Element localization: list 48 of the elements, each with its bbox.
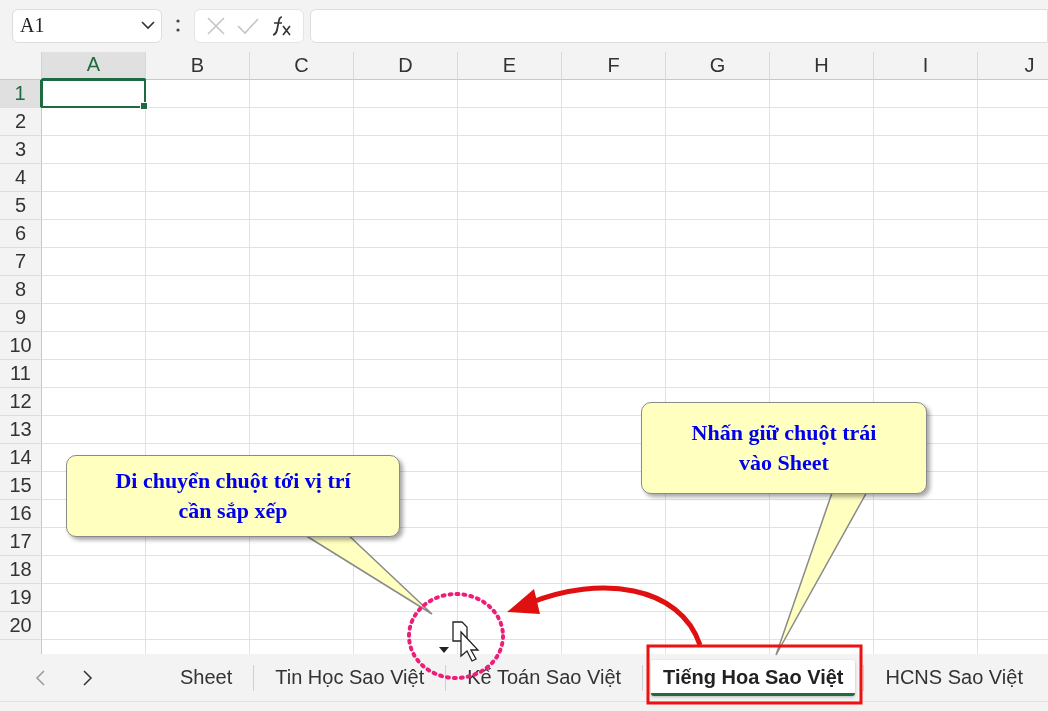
cell-reference: A1 bbox=[20, 14, 45, 38]
row-header[interactable]: 15 bbox=[0, 471, 42, 500]
row-header[interactable]: 16 bbox=[0, 499, 42, 528]
row-header[interactable]: 10 bbox=[0, 331, 42, 360]
more-icon[interactable] bbox=[176, 17, 180, 34]
row-header[interactable]: 19 bbox=[0, 583, 42, 612]
row-header[interactable]: 4 bbox=[0, 163, 42, 192]
column-header[interactable]: H bbox=[770, 51, 874, 80]
sheet-tab[interactable]: HCNS Sao Việt bbox=[864, 658, 1044, 698]
column-header[interactable]: F bbox=[562, 51, 666, 80]
column-header[interactable]: I bbox=[874, 51, 978, 80]
row-header[interactable]: 2 bbox=[0, 107, 42, 136]
chevron-icon bbox=[141, 21, 155, 31]
check-icon[interactable] bbox=[237, 16, 259, 35]
row-header[interactable]: 8 bbox=[0, 275, 42, 304]
row-header[interactable]: 20 bbox=[0, 611, 42, 640]
active-cell[interactable] bbox=[41, 78, 146, 108]
row-header[interactable]: 13 bbox=[0, 415, 42, 444]
row-header[interactable]: 17 bbox=[0, 527, 42, 556]
name-box[interactable]: A1 bbox=[12, 8, 162, 43]
sheet-tab[interactable]: Tin Học Sao Việt bbox=[254, 658, 446, 698]
row-header[interactable]: 1 bbox=[0, 79, 42, 108]
fill-handle[interactable] bbox=[140, 101, 148, 110]
cancel-icon[interactable] bbox=[206, 15, 227, 36]
column-header[interactable]: D bbox=[354, 51, 458, 80]
row-header[interactable]: 6 bbox=[0, 219, 42, 248]
row-header[interactable]: 14 bbox=[0, 443, 42, 472]
column-header[interactable]: C bbox=[250, 51, 354, 80]
row-header[interactable]: 12 bbox=[0, 387, 42, 416]
column-header[interactable]: A bbox=[42, 51, 146, 80]
column-header[interactable]: G bbox=[666, 51, 770, 80]
select-all-corner[interactable] bbox=[0, 51, 42, 80]
row-header[interactable]: 9 bbox=[0, 303, 42, 332]
column-header[interactable]: J bbox=[978, 51, 1048, 80]
row-header[interactable]: 5 bbox=[0, 191, 42, 220]
callout: Nhấn giữ chuột trái vào Sheet bbox=[641, 402, 927, 494]
previous-sheet-icon[interactable] bbox=[35, 669, 45, 686]
sheet-tab[interactable]: Sheet bbox=[159, 658, 254, 698]
column-header[interactable]: B bbox=[146, 51, 250, 80]
sheet-tab[interactable]: Tiếng Hoa Sao Việt bbox=[651, 659, 856, 696]
cell-grid[interactable] bbox=[42, 79, 1048, 655]
column-header[interactable]: E bbox=[458, 51, 562, 80]
row-header[interactable]: 7 bbox=[0, 247, 42, 276]
row-header[interactable]: 18 bbox=[0, 555, 42, 584]
formula-input[interactable] bbox=[310, 8, 1048, 43]
next-sheet-icon[interactable] bbox=[83, 669, 93, 686]
row-header[interactable]: 11 bbox=[0, 359, 42, 388]
row-header[interactable]: 3 bbox=[0, 135, 42, 164]
